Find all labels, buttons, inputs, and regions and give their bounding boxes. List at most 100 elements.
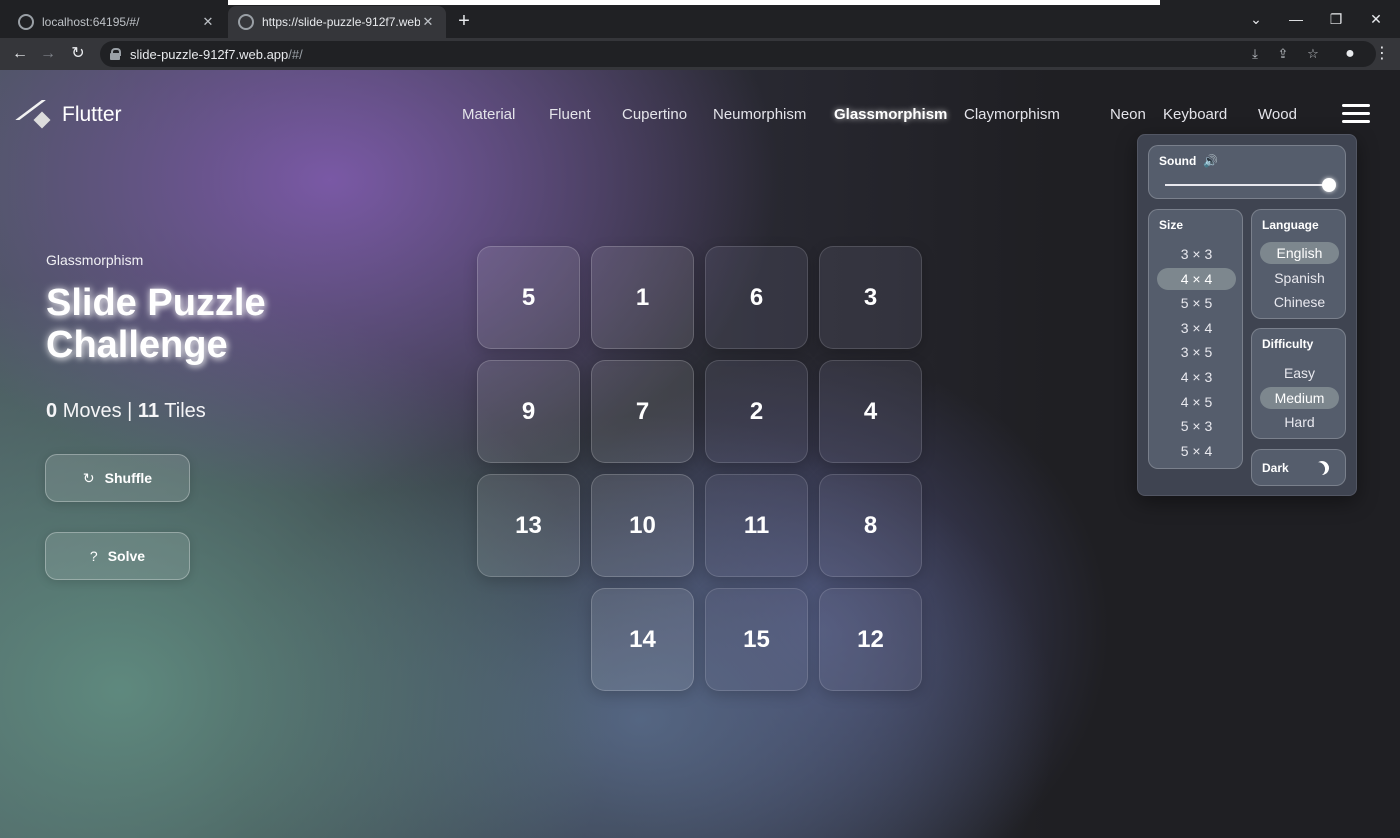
page-title: Slide Puzzle Challenge (46, 282, 266, 366)
size-option[interactable]: 4 × 3 (1157, 366, 1236, 388)
nav-item-cupertino[interactable]: Cupertino (622, 106, 713, 123)
forward-icon[interactable]: → (36, 42, 60, 66)
solve-button[interactable]: ? Solve (45, 532, 190, 580)
puzzle-tile[interactable]: 10 (591, 474, 694, 577)
puzzle-tile[interactable]: 13 (477, 474, 580, 577)
reload-icon[interactable]: ↻ (66, 42, 90, 66)
minimize-icon[interactable]: — (1284, 8, 1308, 30)
difficulty-option[interactable]: Easy (1260, 362, 1339, 384)
flutter-logo[interactable]: Flutter (28, 100, 122, 130)
solve-label: Solve (107, 548, 146, 564)
theme-nav: Material Fluent Cupertino Neumorphism Gl… (462, 106, 1308, 123)
close-icon[interactable]: ✕ (1364, 8, 1388, 30)
url-path: /#/ (288, 46, 303, 62)
nav-item-keyboard[interactable]: Keyboard (1163, 106, 1258, 123)
logo-text: Flutter (62, 103, 122, 126)
tiles-label: Tiles (164, 400, 206, 422)
close-tab-icon[interactable]: ✕ (200, 14, 216, 30)
tab-title: https://slide-puzzle-912f7.web.ap (262, 15, 420, 29)
language-option[interactable]: Spanish (1260, 267, 1339, 289)
help-icon: ? (89, 548, 98, 564)
language-label: Language (1262, 218, 1319, 232)
puzzle-tile[interactable]: 14 (591, 588, 694, 691)
settings-panel: Sound 🔊 Size 3 × 34 × 45 × 5 3 × 43 × 5 4 … (1137, 134, 1357, 496)
tab-title: localhost:64195/#/ (42, 15, 140, 29)
puzzle-tile[interactable]: 1 (591, 246, 694, 349)
puzzle-tile[interactable]: 3 (819, 246, 922, 349)
install-icon[interactable]: ⤓ (1244, 44, 1266, 64)
size-option[interactable]: 4 × 4 (1157, 267, 1236, 290)
nav-item-glassmorphism[interactable]: Glassmorphism (834, 106, 964, 123)
moves-label: Moves | (62, 400, 133, 422)
puzzle-tile[interactable]: 8 (819, 474, 922, 577)
volume-slider[interactable] (1165, 184, 1331, 186)
puzzle-tile[interactable]: 12 (819, 588, 922, 691)
difficulty-label: Difficulty (1262, 337, 1314, 351)
puzzle-tile[interactable]: 7 (591, 360, 694, 463)
close-tab-icon[interactable]: ✕ (420, 14, 436, 30)
size-option[interactable]: 5 × 3 (1157, 415, 1236, 437)
speaker-icon: 🔊 (1203, 154, 1218, 168)
tab-favicon-icon (238, 14, 254, 30)
puzzle-tile[interactable]: 5 (477, 246, 580, 349)
theme-subtitle: Glassmorphism (46, 252, 144, 268)
bookmark-star-icon[interactable]: ☆ (1302, 44, 1324, 64)
browser-chrome: localhost:64195/#/ ✕ https://slide-puzzl… (0, 0, 1400, 70)
tab-strip: localhost:64195/#/ ✕ https://slide-puzzl… (0, 0, 1400, 38)
moves-count: 0 (46, 400, 58, 422)
nav-item-material[interactable]: Material (462, 106, 549, 123)
puzzle-tile[interactable]: 2 (705, 360, 808, 463)
share-icon[interactable]: ⇪ (1272, 44, 1294, 64)
difficulty-option[interactable]: Medium (1260, 386, 1339, 409)
tab-localhost[interactable]: localhost:64195/#/ ✕ (8, 6, 226, 38)
maximize-icon[interactable]: ❐ (1324, 8, 1348, 30)
back-icon[interactable]: ← (8, 42, 32, 66)
puzzle-tile[interactable]: 9 (477, 360, 580, 463)
puzzle-tile[interactable]: 4 (819, 360, 922, 463)
profile-icon[interactable]: ● (1338, 42, 1362, 66)
size-option[interactable]: 5 × 4 (1157, 440, 1236, 462)
tab-slide-puzzle[interactable]: https://slide-puzzle-912f7.web.ap ✕ (228, 6, 446, 38)
tiles-count: 11 (137, 400, 160, 422)
language-option[interactable]: English (1260, 242, 1339, 264)
lock-icon[interactable] (110, 48, 121, 60)
moon-icon (1312, 458, 1331, 477)
tab-favicon-icon (18, 14, 34, 30)
size-option[interactable]: 3 × 3 (1157, 243, 1236, 265)
language-card: Language English Spanish Chinese (1251, 209, 1346, 319)
window-top-edge (228, 0, 1160, 5)
difficulty-card: Difficulty Easy Medium Hard (1251, 328, 1346, 439)
nav-item-neon[interactable]: Neon (1110, 106, 1163, 123)
shuffle-button[interactable]: ↻ Shuffle (45, 454, 190, 502)
puzzle-tile[interactable]: 11 (705, 474, 808, 577)
puzzle-stats: 0 Moves | 11 Tiles (46, 400, 206, 423)
url-host: slide-puzzle-912f7.web.app (130, 46, 289, 62)
size-label: Size (1159, 218, 1184, 232)
size-option[interactable]: 5 × 5 (1157, 292, 1236, 314)
size-option[interactable]: 3 × 4 (1157, 317, 1236, 339)
shuffle-label: Shuffle (104, 470, 153, 486)
nav-item-claymorphism[interactable]: Claymorphism (964, 106, 1110, 123)
dark-mode-toggle[interactable]: Dark (1251, 449, 1346, 486)
volume-slider-handle[interactable] (1322, 178, 1336, 192)
hamburger-menu-icon[interactable] (1342, 104, 1370, 126)
nav-item-wood[interactable]: Wood (1258, 106, 1308, 123)
new-tab-icon[interactable]: + (452, 10, 476, 34)
difficulty-option[interactable]: Hard (1260, 411, 1339, 433)
puzzle-tile[interactable]: 15 (705, 588, 808, 691)
size-option[interactable]: 4 × 5 (1157, 391, 1236, 413)
nav-item-neumorphism[interactable]: Neumorphism (713, 106, 834, 123)
kebab-menu-icon[interactable]: ⋮ (1370, 42, 1394, 66)
browser-toolbar: ← → ↻ slide-puzzle-912f7.web.app/#/ ⤓ ⇪ … (0, 38, 1400, 70)
puzzle-tile[interactable]: 6 (705, 246, 808, 349)
flutter-logo-icon (28, 100, 54, 130)
size-option[interactable]: 3 × 5 (1157, 341, 1236, 363)
address-bar[interactable]: slide-puzzle-912f7.web.app/#/ ⤓ ⇪ ☆ (100, 41, 1376, 67)
language-option[interactable]: Chinese (1260, 291, 1339, 313)
shuffle-icon: ↻ (82, 469, 95, 486)
sound-card: Sound 🔊 (1148, 145, 1346, 199)
app-page: Flutter Material Fluent Cupertino Neumor… (0, 70, 1400, 838)
chevron-down-icon[interactable]: ⌄ (1244, 8, 1268, 30)
nav-item-fluent[interactable]: Fluent (549, 106, 622, 123)
dark-label: Dark (1262, 461, 1289, 475)
